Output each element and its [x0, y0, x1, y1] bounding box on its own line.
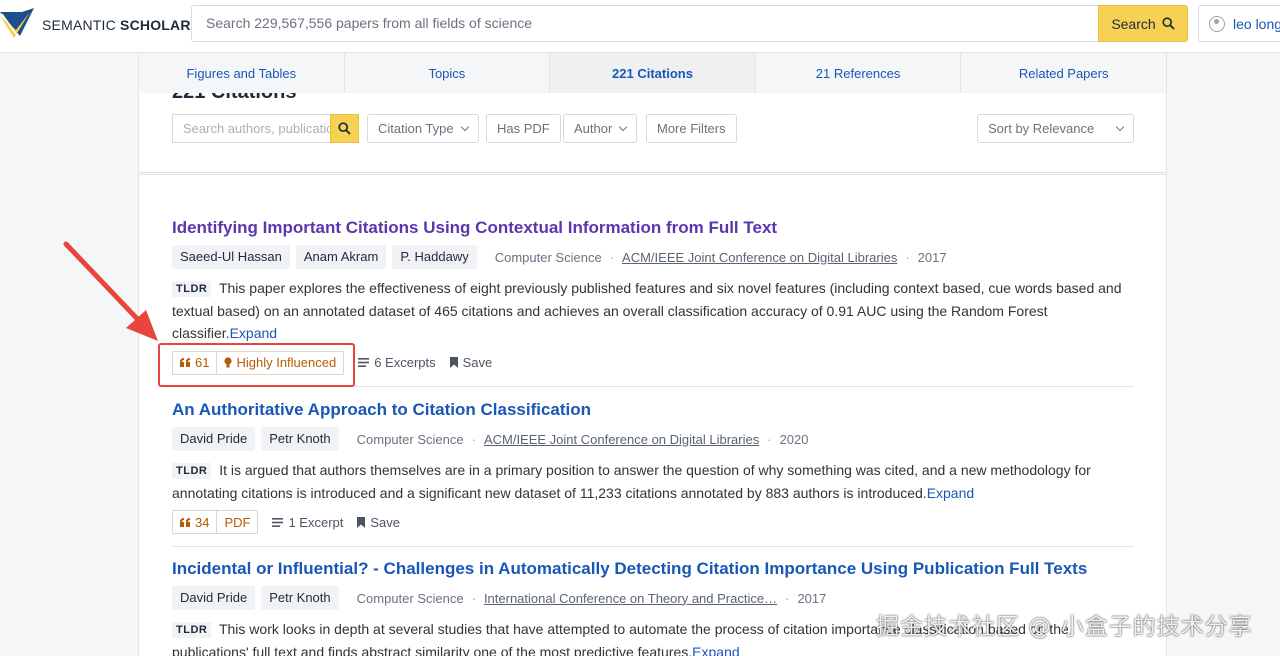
chevron-down-icon: [1115, 122, 1125, 132]
paper-title-link[interactable]: Identifying Important Citations Using Co…: [172, 217, 1134, 239]
excerpts-label: 6 Excerpts: [374, 355, 436, 370]
citations-heading: 221 Citations: [172, 93, 296, 104]
more-filters-label: More Filters: [657, 121, 726, 136]
tldr-text: This paper explores the effectiveness of…: [172, 280, 1122, 341]
paper-title-link[interactable]: An Authoritative Approach to Citation Cl…: [172, 399, 1134, 421]
tab-references[interactable]: 21 References: [756, 53, 962, 93]
citation-count-badge[interactable]: 34: [173, 511, 218, 533]
tab-topics[interactable]: Topics: [345, 53, 551, 93]
save-label: Save: [462, 355, 493, 370]
pdf-badge[interactable]: PDF: [217, 511, 257, 533]
search-icon: [1162, 17, 1175, 30]
bookmark-icon: [449, 357, 458, 368]
search-button-label: Search: [1111, 15, 1156, 32]
chevron-down-icon: [619, 122, 628, 132]
citation-results-list: Identifying Important Citations Using Co…: [138, 174, 1167, 656]
expand-link[interactable]: Expand: [692, 644, 739, 656]
author-chip[interactable]: David Pride: [172, 427, 256, 451]
more-filters-button[interactable]: More Filters: [646, 114, 737, 143]
expand-link[interactable]: Expand: [927, 485, 974, 501]
venue-link[interactable]: ACM/IEEE Joint Conference on Digital Lib…: [622, 250, 897, 265]
chevron-down-icon: [460, 122, 469, 132]
influence-badges: 34 PDF: [172, 510, 259, 534]
separator-dot: ·: [609, 249, 615, 265]
sort-label: Sort by Relevance: [988, 121, 1095, 136]
citation-count: 34: [195, 514, 210, 530]
tab-citations[interactable]: 221 Citations: [550, 53, 756, 93]
user-name: leo long: [1233, 15, 1280, 32]
citation-search-input[interactable]: Search authors, publications: [172, 114, 330, 143]
expand-link[interactable]: Expand: [230, 325, 277, 341]
venue-link[interactable]: International Conference on Theory and P…: [484, 591, 777, 606]
author-chip[interactable]: Anam Akram: [295, 245, 387, 269]
main-search-input[interactable]: Search 229,567,556 papers from all field…: [191, 5, 1099, 42]
author-chip[interactable]: David Pride: [172, 586, 256, 610]
top-navigation-bar: SEMANTIC SCHOLAR Search 229,567,556 pape…: [0, 0, 1280, 53]
sort-dropdown[interactable]: Sort by Relevance: [977, 114, 1134, 143]
tldr-label: TLDR: [172, 463, 212, 479]
author-chip[interactable]: Saeed-Ul Hassan: [172, 245, 290, 269]
user-account-button[interactable]: leo long: [1198, 5, 1280, 42]
citations-filter-panel: 221 Citations Search authors, publicatio…: [138, 93, 1167, 173]
quote-icon: [180, 517, 190, 527]
separator-dot: ·: [471, 431, 476, 447]
paper-title-link[interactable]: Incidental or Influential? - Challenges …: [172, 558, 1134, 580]
tab-figures-and-tables[interactable]: Figures and Tables: [139, 53, 345, 93]
separator-dot: ·: [785, 590, 790, 606]
divider: [172, 546, 1134, 547]
watermark: 掘金技术社区 @ 小盒子的技术分享: [876, 614, 1253, 640]
has-pdf-label: Has PDF: [497, 121, 550, 136]
field-of-study: Computer Science: [494, 249, 602, 265]
paper-meta: Saeed-Ul Hassan Anam Akram P. Haddawy Co…: [172, 245, 1134, 269]
separator-dot: ·: [471, 590, 476, 606]
user-avatar-icon: [1209, 15, 1225, 32]
logo-text: SEMANTIC SCHOLAR: [42, 17, 191, 33]
save-button[interactable]: Save: [357, 515, 400, 530]
bookmark-icon: [357, 516, 366, 528]
red-annotation-arrow-icon: [63, 241, 158, 341]
author-filter-label: Author: [574, 121, 613, 136]
logo-icon: [0, 8, 34, 38]
publication-year: 2017: [797, 590, 827, 606]
author-chip[interactable]: Petr Knoth: [261, 427, 339, 451]
save-label: Save: [370, 514, 401, 530]
citation-type-label: Citation Type: [378, 121, 454, 136]
excerpts-button[interactable]: 1 Excerpt: [272, 515, 343, 530]
publication-year: 2017: [917, 249, 947, 265]
paper-actions: 34 PDF 1 Excerpt Save: [172, 510, 1134, 534]
excerpts-label: 1 Excerpt: [288, 514, 344, 530]
save-button[interactable]: Save: [449, 355, 493, 370]
search-button[interactable]: Search: [1098, 5, 1188, 42]
paper-meta: David Pride Petr Knoth Computer Science …: [172, 427, 1134, 451]
venue-link[interactable]: ACM/IEEE Joint Conference on Digital Lib…: [484, 432, 759, 447]
tldr-label: TLDR: [172, 622, 212, 638]
has-pdf-filter[interactable]: Has PDF: [486, 114, 561, 143]
citation-search-button[interactable]: [330, 114, 359, 143]
tldr-summary: TLDR This paper explores the effectivene…: [172, 277, 1134, 345]
list-icon: [272, 517, 284, 527]
separator-dot: ·: [767, 431, 772, 447]
author-dropdown[interactable]: Author: [563, 114, 638, 143]
separator-dot: ·: [905, 249, 910, 265]
author-chip[interactable]: P. Haddawy: [392, 245, 477, 269]
publication-year: 2020: [779, 431, 809, 447]
list-item: An Authoritative Approach to Citation Cl…: [172, 399, 1134, 534]
pdf-label: PDF: [224, 514, 251, 530]
field-of-study: Computer Science: [356, 431, 464, 447]
semantic-scholar-logo[interactable]: SEMANTIC SCHOLAR: [0, 8, 191, 42]
tldr-summary: TLDR It is argued that authors themselve…: [172, 459, 1134, 504]
paper-section-tabs: Figures and Tables Topics 221 Citations …: [138, 53, 1167, 93]
author-chip[interactable]: Petr Knoth: [261, 586, 339, 610]
tab-related-papers[interactable]: Related Papers: [961, 53, 1166, 93]
search-icon: [338, 122, 351, 135]
excerpts-button[interactable]: 6 Excerpts: [358, 355, 436, 370]
list-icon: [358, 358, 370, 367]
highlight-annotation-box: [158, 343, 355, 387]
tldr-label: TLDR: [172, 281, 212, 297]
field-of-study: Computer Science: [356, 590, 464, 606]
citation-type-dropdown[interactable]: Citation Type: [367, 114, 479, 143]
